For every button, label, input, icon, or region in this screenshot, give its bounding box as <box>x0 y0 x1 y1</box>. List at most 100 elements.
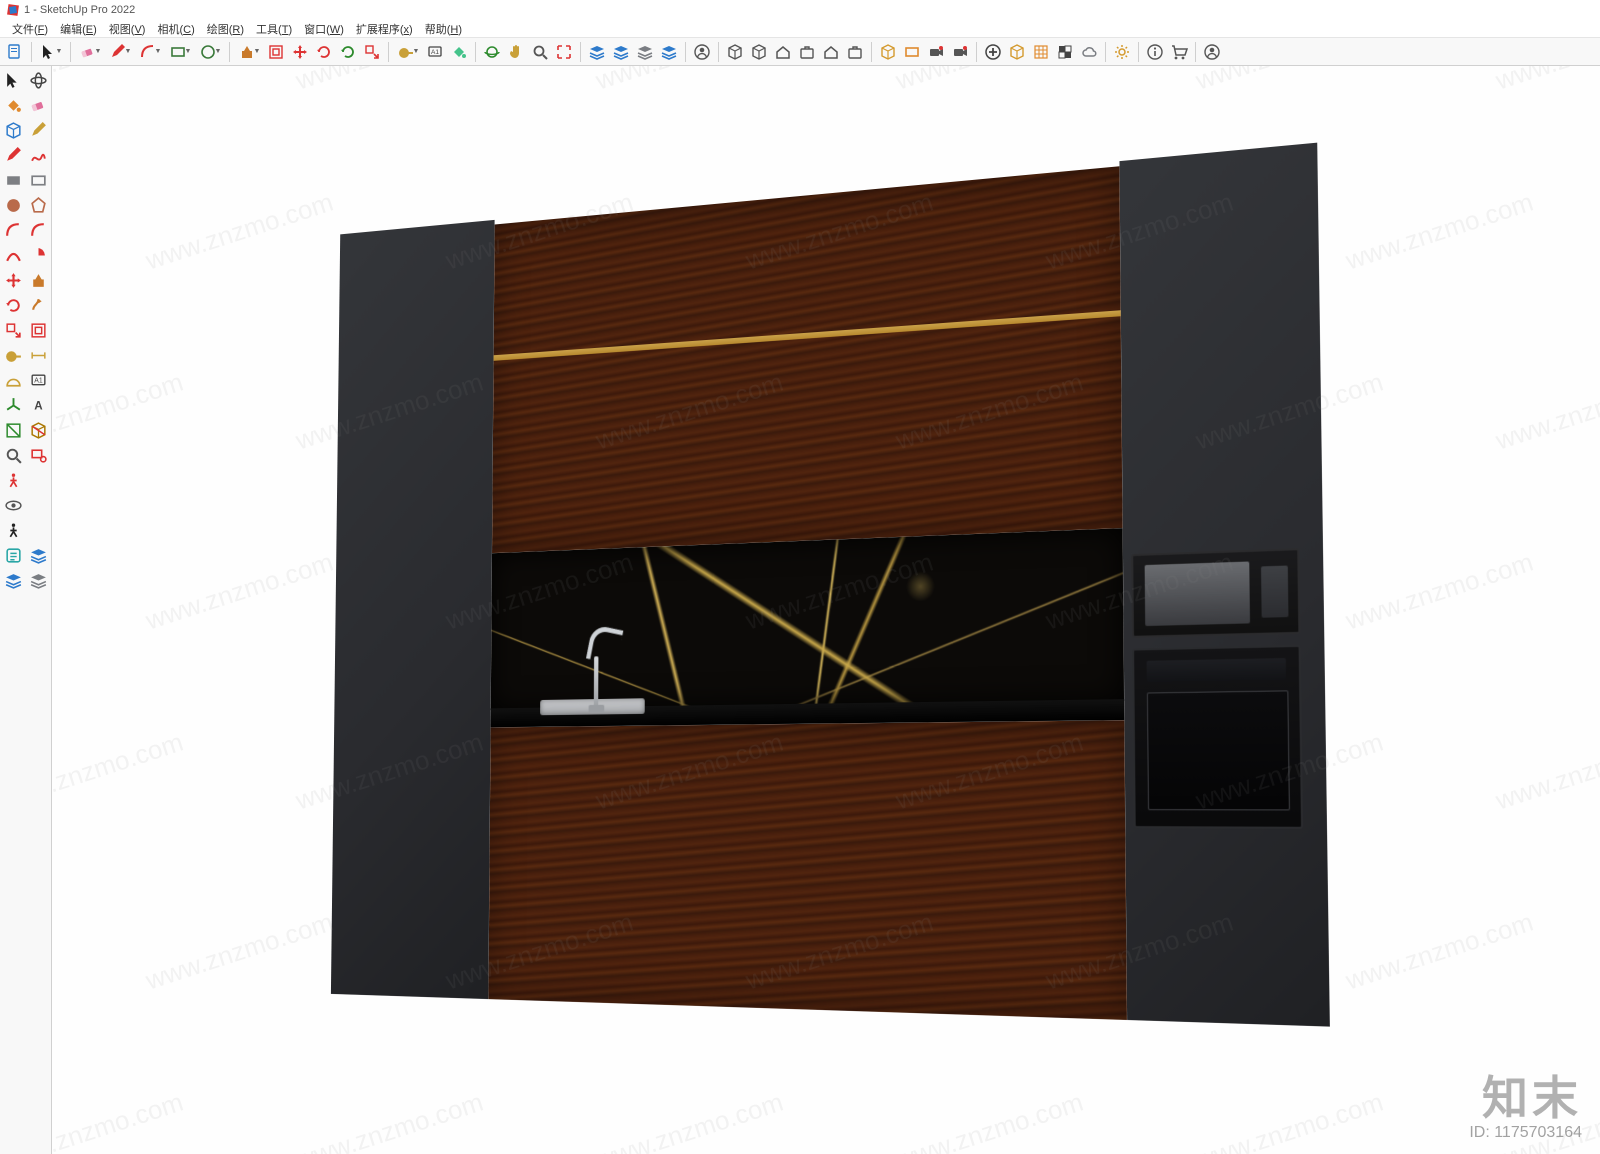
orbit-tool-icon[interactable] <box>26 68 50 92</box>
eraser-icon[interactable] <box>26 93 50 117</box>
viewport-canvas[interactable]: www.znzmo.comwww.znzmo.comwww.znzmo.comw… <box>52 66 1600 1154</box>
line-red-icon[interactable] <box>1 143 25 167</box>
box3d-solid-icon[interactable] <box>748 41 770 63</box>
offset-tool-icon[interactable] <box>26 318 50 342</box>
brand-id: ID: 1175703164 <box>1469 1124 1582 1142</box>
paint-icon[interactable] <box>448 41 470 63</box>
gear-icon[interactable] <box>1111 41 1133 63</box>
empty2 <box>26 493 50 517</box>
walk-red-icon[interactable] <box>1 468 25 492</box>
cube-yellow-icon[interactable] <box>1006 41 1028 63</box>
record-alt-icon[interactable] <box>949 41 971 63</box>
text-ai-icon[interactable] <box>424 41 446 63</box>
menu-工具[interactable]: 工具(T) <box>250 21 298 37</box>
section-orange-icon[interactable] <box>901 41 923 63</box>
layers-stack-grey-icon[interactable] <box>26 568 50 592</box>
toolbar-separator <box>388 42 389 62</box>
menu-帮助[interactable]: 帮助(H) <box>419 21 468 37</box>
circle-icon[interactable]: ▼ <box>196 41 224 63</box>
move-tool-icon[interactable] <box>1 268 25 292</box>
menu-窗口[interactable]: 窗口(W) <box>298 21 350 37</box>
home-icon[interactable] <box>772 41 794 63</box>
briefcase-alt-icon[interactable] <box>844 41 866 63</box>
orbit-green-icon[interactable] <box>481 41 503 63</box>
tape-tool-icon[interactable] <box>1 343 25 367</box>
pushpull-icon[interactable]: ▼ <box>235 41 263 63</box>
freehand-icon[interactable] <box>26 143 50 167</box>
layers-toggle-icon[interactable] <box>610 41 632 63</box>
rotate-green-icon[interactable] <box>337 41 359 63</box>
pushpull-tool-icon[interactable] <box>26 268 50 292</box>
cube-teal-icon[interactable] <box>877 41 899 63</box>
zoom-window-icon[interactable] <box>26 443 50 467</box>
scale-tool-icon[interactable] <box>1 318 25 342</box>
section-green-icon[interactable] <box>1 418 25 442</box>
rect-outline-icon[interactable] <box>26 168 50 192</box>
pan-icon[interactable] <box>505 41 527 63</box>
pie-tool-icon[interactable] <box>26 243 50 267</box>
pencil-red-icon[interactable]: ▼ <box>106 41 134 63</box>
box3d-icon[interactable] <box>724 41 746 63</box>
eraser-pink-icon[interactable]: ▼ <box>76 41 104 63</box>
cart-icon[interactable] <box>1168 41 1190 63</box>
layers-alt-icon[interactable] <box>658 41 680 63</box>
rotate-tool-icon[interactable] <box>1 293 25 317</box>
zoom-extents-icon[interactable] <box>553 41 575 63</box>
3dtext-icon[interactable] <box>26 393 50 417</box>
menu-文件[interactable]: 文件(F) <box>6 21 54 37</box>
pointer-icon[interactable]: ▼ <box>37 41 65 63</box>
followme-icon[interactable] <box>26 293 50 317</box>
menu-编辑[interactable]: 编辑(E) <box>54 21 103 37</box>
info-icon[interactable] <box>1144 41 1166 63</box>
grid-orange-icon[interactable] <box>1030 41 1052 63</box>
scale-icon[interactable] <box>361 41 383 63</box>
tape-icon[interactable]: ▼ <box>394 41 422 63</box>
section-cube-icon[interactable] <box>26 418 50 442</box>
zoom-icon[interactable] <box>529 41 551 63</box>
left-toolbar <box>0 66 52 1154</box>
sketchup-logo-icon <box>6 3 20 17</box>
look-eye-icon[interactable] <box>1 493 25 517</box>
rect-fill-icon[interactable] <box>1 168 25 192</box>
iso-cube-icon[interactable] <box>1 118 25 142</box>
menu-扩展程序[interactable]: 扩展程序(x) <box>350 21 419 37</box>
arc3-tool-icon[interactable] <box>1 243 25 267</box>
dimension-icon[interactable] <box>26 343 50 367</box>
layers-stack2-icon[interactable] <box>1 568 25 592</box>
offset-red-icon[interactable] <box>265 41 287 63</box>
move-red-icon[interactable] <box>289 41 311 63</box>
toolbar-separator <box>718 42 719 62</box>
arc-red-icon[interactable]: ▼ <box>136 41 164 63</box>
circle-fill-icon[interactable] <box>1 193 25 217</box>
checker-icon[interactable] <box>1054 41 1076 63</box>
zoom-tool-icon[interactable] <box>1 443 25 467</box>
text-label-icon[interactable] <box>26 368 50 392</box>
rect-icon[interactable]: ▼ <box>166 41 194 63</box>
record-red-icon[interactable] <box>925 41 947 63</box>
paint-bucket-icon[interactable] <box>1 93 25 117</box>
home-outline-icon[interactable] <box>820 41 842 63</box>
layers-off-icon[interactable] <box>634 41 656 63</box>
layers-stack-icon[interactable] <box>26 543 50 567</box>
menu-视图[interactable]: 视图(V) <box>103 21 152 37</box>
arc2-tool-icon[interactable] <box>26 218 50 242</box>
select-arrow-icon[interactable] <box>1 68 25 92</box>
new-file-icon[interactable] <box>4 41 26 63</box>
layers-blue-icon[interactable] <box>586 41 608 63</box>
outliner-teal-icon[interactable] <box>1 543 25 567</box>
cloud-icon[interactable] <box>1078 41 1100 63</box>
briefcase-icon[interactable] <box>796 41 818 63</box>
protractor-icon[interactable] <box>1 368 25 392</box>
menu-绘图[interactable]: 绘图(R) <box>201 21 250 37</box>
axes-icon[interactable] <box>1 393 25 417</box>
profile-icon[interactable] <box>1201 41 1223 63</box>
menu-bar: 文件(F)编辑(E)视图(V)相机(C)绘图(R)工具(T)窗口(W)扩展程序(… <box>0 20 1600 38</box>
walk-black-icon[interactable] <box>1 518 25 542</box>
rotate-red-icon[interactable] <box>313 41 335 63</box>
user-circle-icon[interactable] <box>691 41 713 63</box>
polygon-icon[interactable] <box>26 193 50 217</box>
menu-相机[interactable]: 相机(C) <box>151 21 200 37</box>
edge-tool-icon[interactable] <box>26 118 50 142</box>
plus-circle-icon[interactable] <box>982 41 1004 63</box>
arc-tool-icon[interactable] <box>1 218 25 242</box>
